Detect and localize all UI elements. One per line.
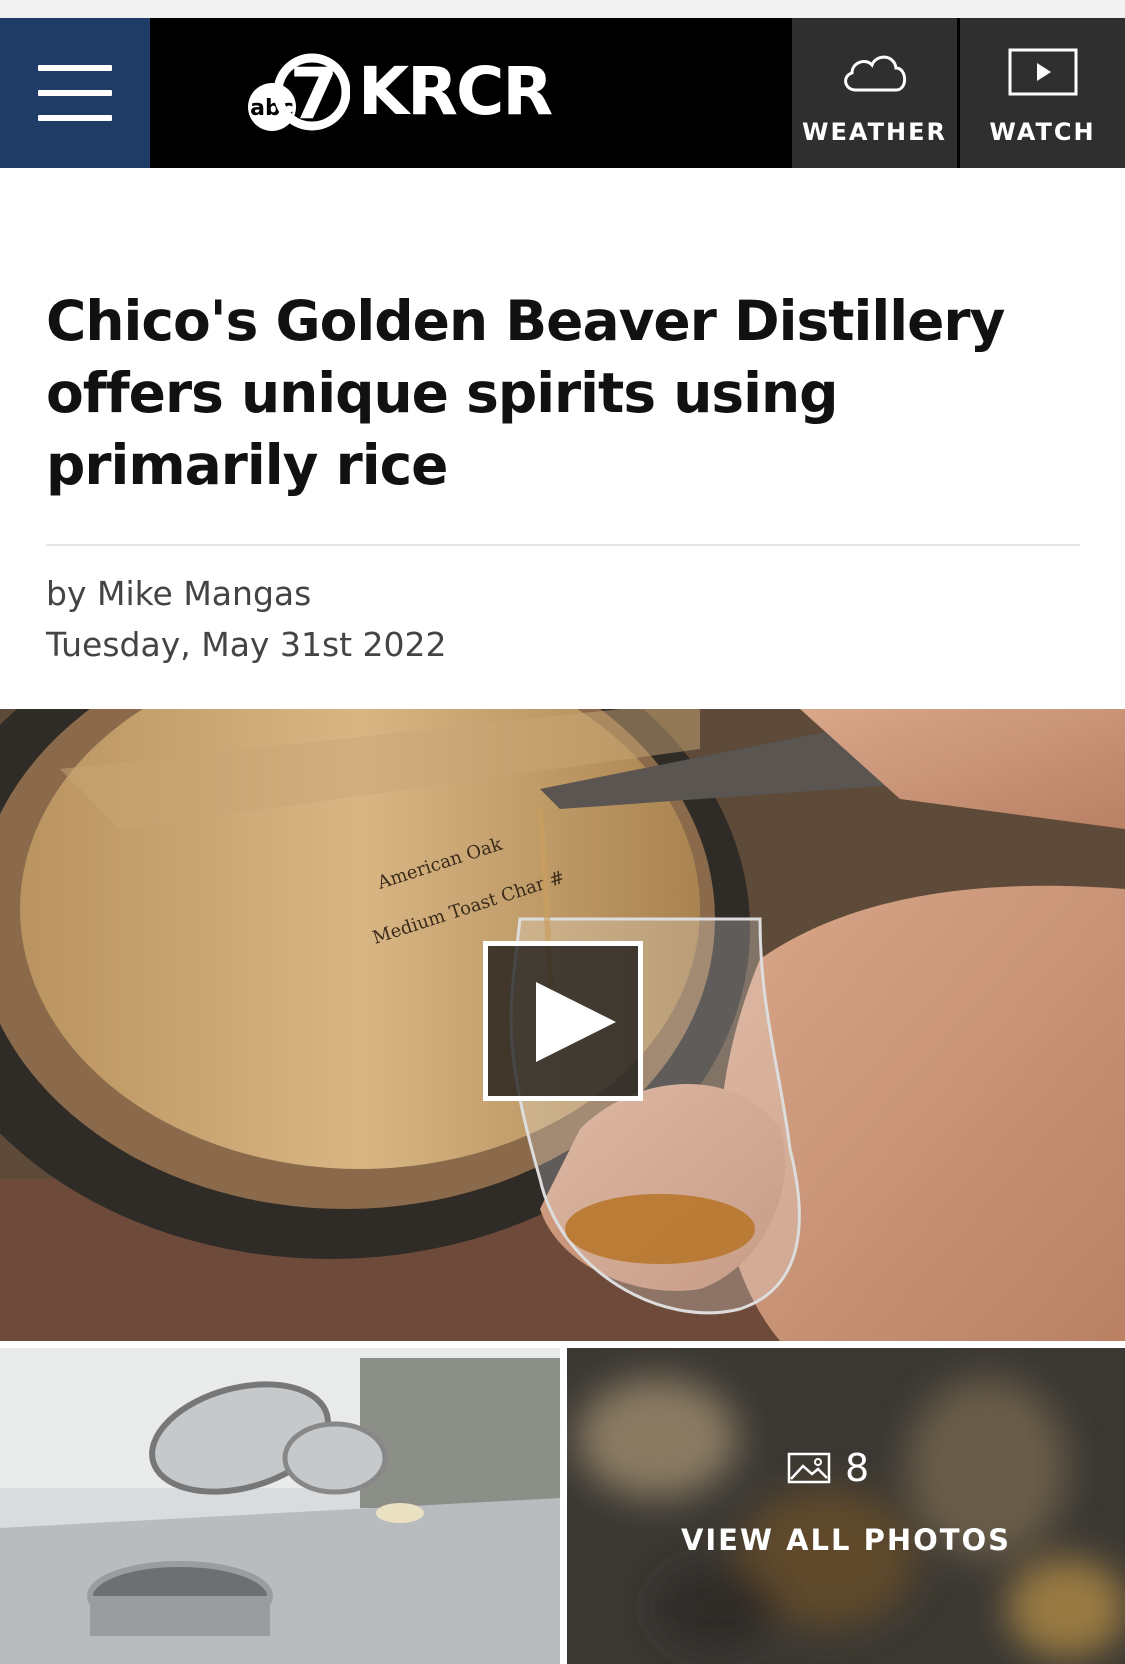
menu-button[interactable] [0,18,150,168]
gallery-thumbnail[interactable] [0,1348,560,1664]
weather-label: WEATHER [802,118,947,146]
view-all-photos-tile[interactable] [567,1348,1125,1664]
image-icon [787,1452,831,1484]
photo-count-number: 8 [845,1446,870,1490]
blurred-photo-background [567,1348,1125,1664]
article-byline: by Mike Mangas [46,574,312,613]
brand-name: KRCR [358,53,553,130]
video-play-button[interactable] [483,941,643,1101]
video-play-icon [1008,48,1077,96]
site-logo[interactable]: abc 7 KRCR [246,48,566,138]
article-date: Tuesday, May 31st 2022 [46,625,447,664]
hamburger-icon [38,65,112,71]
hamburger-icon [38,115,112,121]
abc7-logo-icon: abc 7 [248,53,350,134]
hamburger-icon [38,90,112,96]
svg-text:7: 7 [290,53,339,134]
status-strip [0,0,1125,18]
weather-button[interactable]: WEATHER [792,18,957,168]
article-headline: Chico's Golden Beaver Distillery offers … [46,289,1005,497]
watch-button[interactable]: WATCH [960,18,1125,168]
distillery-equipment-photo [0,1348,560,1664]
cloud-icon [843,55,906,92]
play-icon [536,982,616,1062]
divider [46,544,1080,546]
site-header: abc 7 KRCR WEATHER WATCH [0,18,1125,168]
watch-label: WATCH [989,118,1096,146]
view-all-photos-link[interactable]: VIEW ALL PHOTOS [567,1523,1125,1557]
